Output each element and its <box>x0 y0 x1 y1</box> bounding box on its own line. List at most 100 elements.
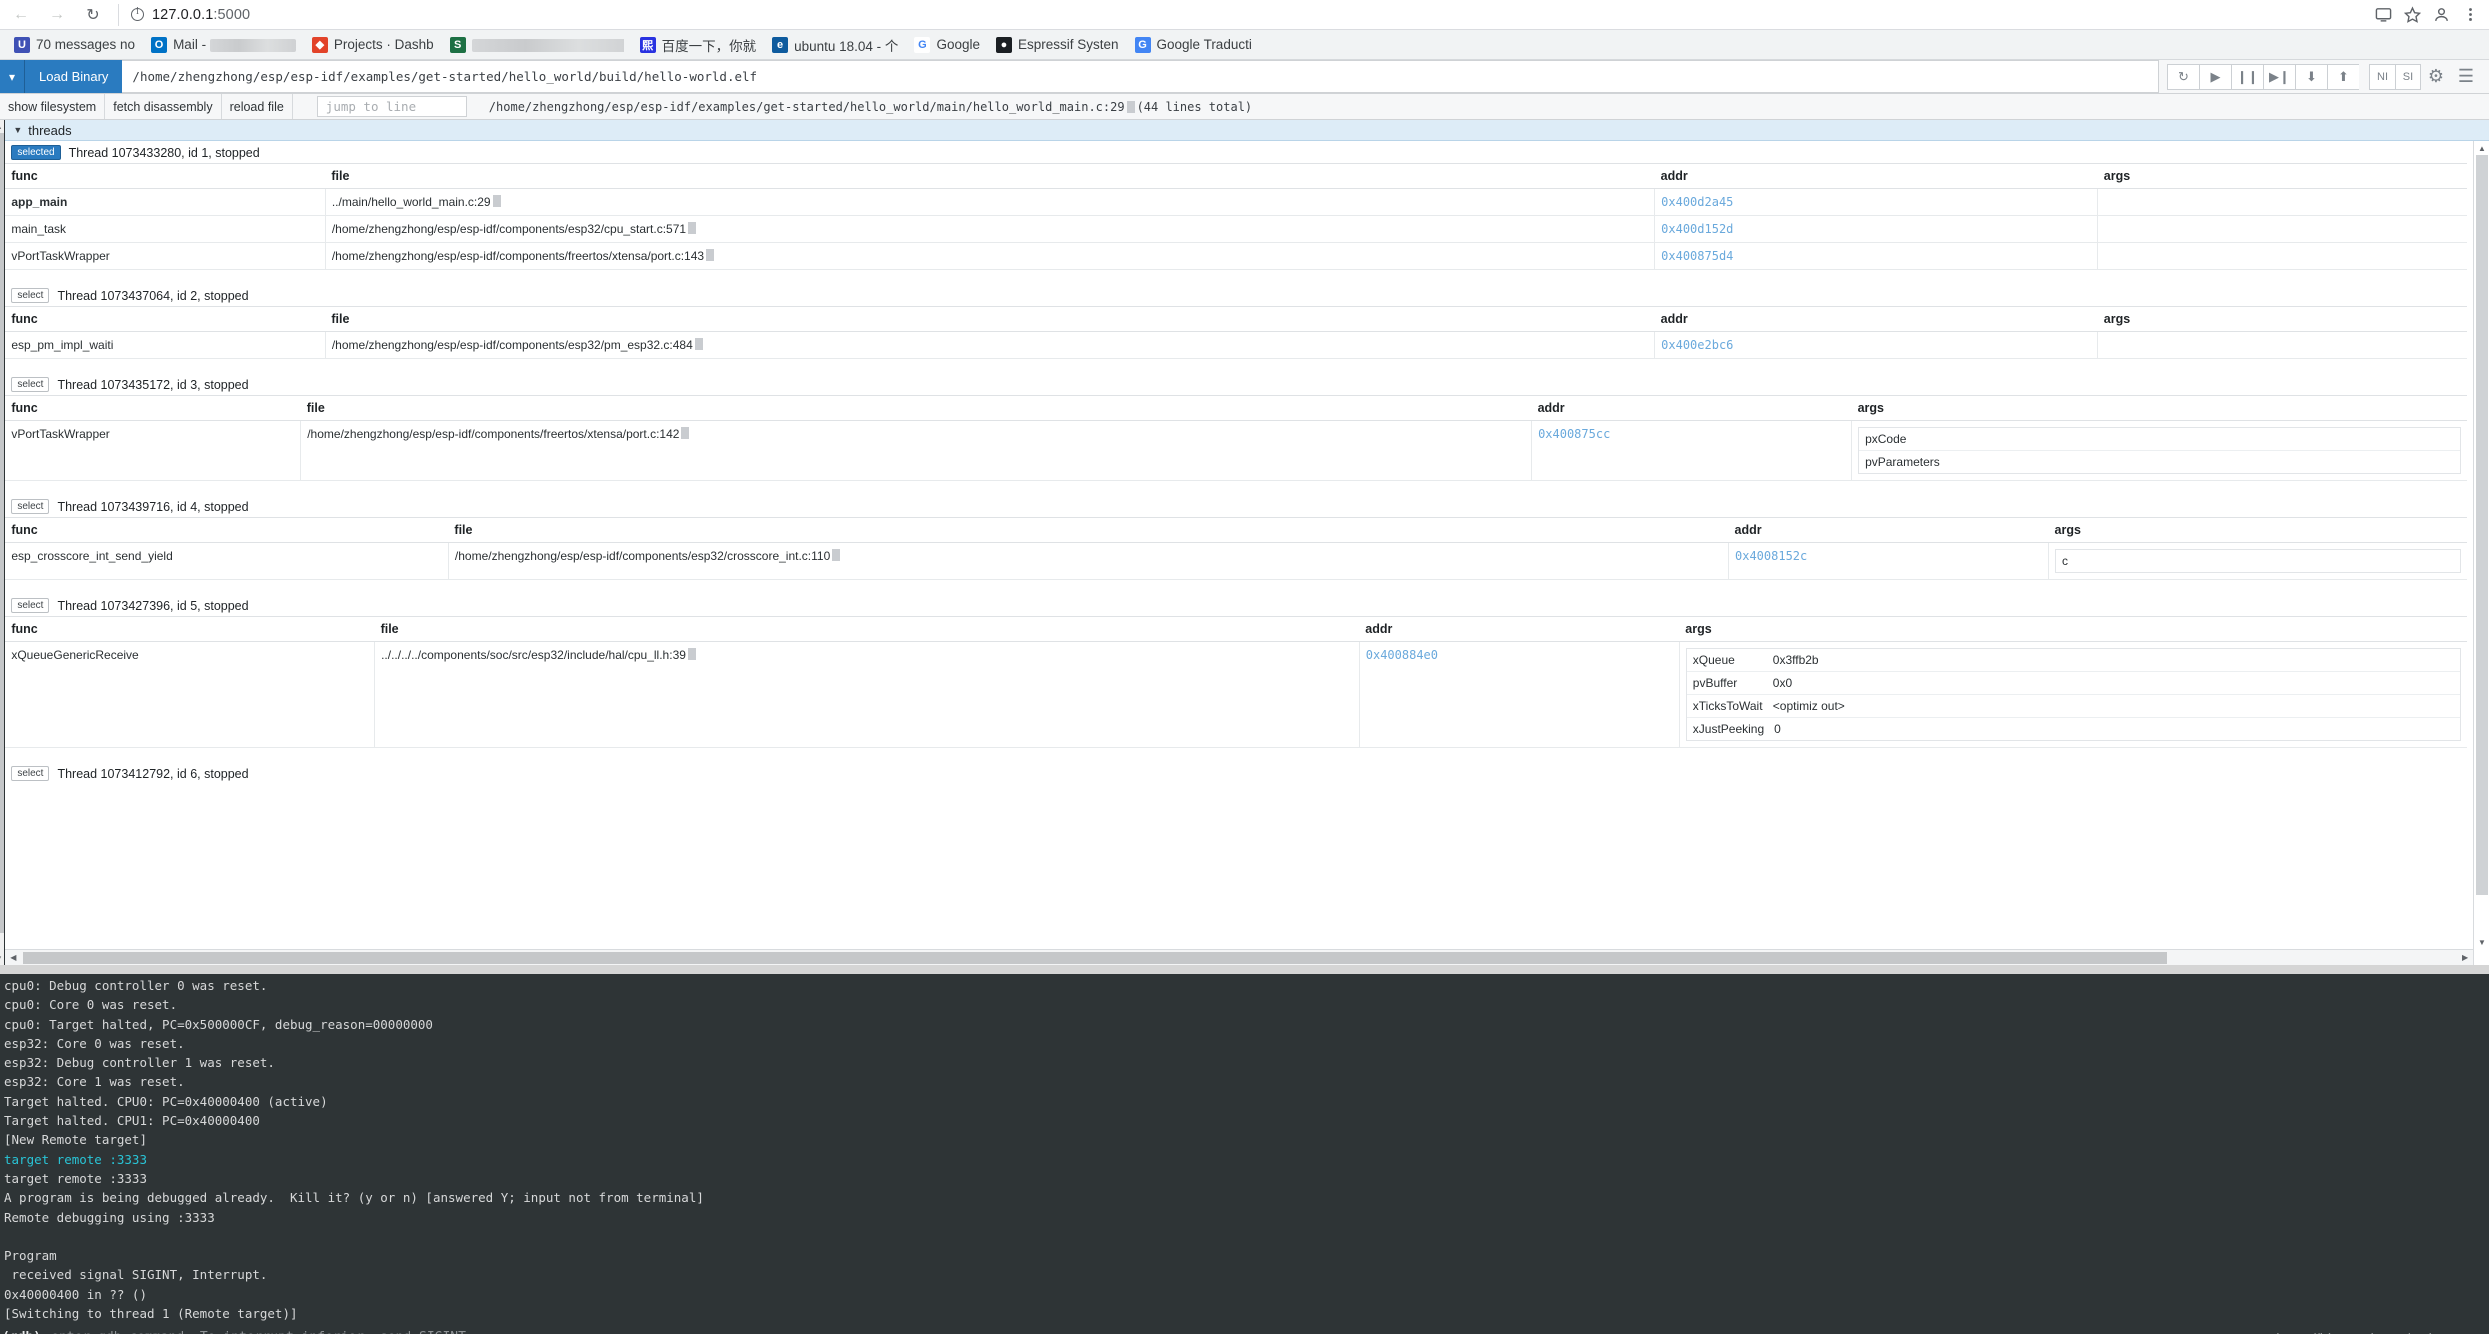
frame-address[interactable]: 0x400875d4 <box>1654 242 2099 270</box>
console-divider[interactable] <box>0 965 2489 974</box>
table-row[interactable]: vPortTaskWrapper/home/zhengzhong/esp/esp… <box>5 420 2468 481</box>
console-line: Target halted. CPU0: PC=0x40000400 (acti… <box>4 1093 328 1109</box>
bookmark-label: Google Traducti <box>1156 37 1252 52</box>
column-header-file: file <box>374 616 1360 642</box>
gdb-command-input[interactable]: enter gdb command. To interrupt inferior… <box>51 1330 474 1334</box>
thread-select-button[interactable]: select <box>11 766 50 781</box>
profile-icon[interactable] <box>2433 6 2450 23</box>
bookmark-item[interactable]: U 70 messages no <box>6 34 143 56</box>
table-row[interactable]: esp_pm_impl_waiti/home/zhengzhong/esp/es… <box>5 331 2468 359</box>
threads-panel-header[interactable]: ▼ threads <box>5 120 2489 141</box>
chevron-down-icon[interactable]: ▼ <box>13 125 22 135</box>
back-arrow-icon[interactable]: ← <box>10 4 32 26</box>
step-instruction-button[interactable]: SI <box>2395 63 2421 90</box>
binary-path-input[interactable]: /home/zhengzhong/esp/esp-idf/examples/ge… <box>122 60 2159 93</box>
frame-func[interactable]: esp_crosscore_int_send_yield <box>5 542 449 580</box>
bookmark-item[interactable]: O Mail - <box>143 34 304 56</box>
threads-scroll-right-arrow[interactable]: ▶ <box>2457 950 2473 966</box>
next-instruction-button[interactable]: NI <box>2369 63 2395 90</box>
bookmark-item[interactable]: e ubuntu 18.04 - 个 <box>764 32 906 58</box>
frame-func[interactable]: app_main <box>5 188 326 216</box>
frame-file[interactable]: /home/zhengzhong/esp/esp-idf/components/… <box>448 542 1730 580</box>
frame-file[interactable]: /home/zhengzhong/esp/esp-idf/components/… <box>300 420 1533 481</box>
star-icon[interactable] <box>2403 6 2422 23</box>
table-header-row: func file addr args <box>5 395 2468 421</box>
reload-file-button[interactable]: reload file <box>221 94 293 119</box>
stack-frames-table: func file addr args esp_crosscore_int_send_y… <box>5 517 2468 580</box>
threads-scroll-left-arrow[interactable]: ◀ <box>5 950 21 966</box>
bookmark-item[interactable]: ● Espressif Systen <box>988 34 1127 56</box>
thread-select-button[interactable]: select <box>11 598 50 613</box>
step-into-button[interactable]: ⬇ <box>2295 63 2327 90</box>
thread-select-button[interactable]: select <box>11 499 50 514</box>
bookmark-item[interactable]: 熙百度一下，你就 <box>632 32 765 58</box>
step-out-button[interactable]: ⬆ <box>2327 63 2359 90</box>
console-line: cpu0: Debug controller 0 was reset. <box>4 978 268 993</box>
threads-hscroll-track[interactable] <box>21 950 2457 965</box>
omnibox[interactable]: 127.0.0.1:5000 <box>118 3 2361 26</box>
threads-vertical-scrollbar[interactable]: ▲ ▼ <box>2473 141 2489 965</box>
bookmark-item[interactable]: ◆ Projects · Dashb <box>304 34 442 56</box>
thread-selected-badge[interactable]: selected <box>11 145 61 160</box>
fetch-disassembly-button[interactable]: fetch disassembly <box>105 94 222 119</box>
threads-list[interactable]: selected Thread 1073433280, id 1, stopped… <box>5 141 2489 965</box>
frame-address[interactable]: 0x400884e0 <box>1359 641 1680 748</box>
restart-button[interactable]: ↻ <box>2167 63 2199 90</box>
frame-file[interactable]: /home/zhengzhong/esp/esp-idf/components/… <box>325 331 1656 359</box>
threads-scroll-up-arrow[interactable]: ▲ <box>2474 141 2489 155</box>
frame-file[interactable]: /home/zhengzhong/esp/esp-idf/components/… <box>325 215 1656 243</box>
thread-block: select Thread 1073439716, id 4, stopped fu… <box>5 495 2468 580</box>
bookmark-item[interactable]: S <box>442 34 632 56</box>
bookmark-item[interactable]: G Google <box>906 34 988 56</box>
bookmark-label: Google <box>936 37 980 52</box>
step-over-button[interactable]: ▶❙ <box>2263 63 2295 90</box>
threads-scroll-thumb[interactable] <box>2476 155 2489 895</box>
frame-func[interactable]: vPortTaskWrapper <box>5 242 326 270</box>
load-binary-dropdown-button[interactable]: ▾ <box>0 60 26 93</box>
threads-scroll-down-arrow[interactable]: ▼ <box>2474 935 2489 949</box>
frame-func[interactable]: main_task <box>5 215 326 243</box>
threads-hscroll-thumb[interactable] <box>23 952 2167 964</box>
thread-select-button[interactable]: select <box>11 377 50 392</box>
jump-to-line-input[interactable]: jump to line <box>316 96 467 117</box>
bookmark-favicon-icon: G <box>1134 36 1151 53</box>
hamburger-menu-icon[interactable]: ☰ <box>2451 64 2481 90</box>
table-row[interactable]: xQueueGenericReceive ../../../../componen… <box>5 641 2468 748</box>
gear-icon[interactable]: ⚙ <box>2421 64 2451 90</box>
frame-address[interactable]: 0x400d2a45 <box>1654 188 2099 216</box>
bookmark-item[interactable]: G Google Traducti <box>1127 34 1260 56</box>
text-cursor <box>681 427 690 439</box>
pause-button[interactable]: ❙❙ <box>2231 63 2263 90</box>
thread-select-button[interactable]: select <box>11 288 50 303</box>
column-header-addr: addr <box>1654 163 2098 189</box>
frame-address[interactable]: 0x400e2bc6 <box>1654 331 2099 359</box>
table-row[interactable]: app_main ../main/hello_world_main.c:29 0x4… <box>5 188 2468 216</box>
table-row[interactable]: vPortTaskWrapper/home/zhengzhong/esp/esp… <box>5 242 2468 270</box>
continue-button[interactable]: ▶ <box>2199 63 2231 90</box>
frame-func[interactable]: esp_pm_impl_waiti <box>5 331 326 359</box>
frame-address[interactable]: 0x4008152c <box>1728 542 2050 580</box>
thread-title-label: Thread 1073412792, id 6, stopped <box>57 766 249 781</box>
table-row[interactable]: main_task/home/zhengzhong/esp/esp-idf/co… <box>5 215 2468 243</box>
screencast-icon[interactable] <box>2375 6 2392 23</box>
table-row[interactable]: esp_crosscore_int_send_yield/home/zhengz… <box>5 542 2468 580</box>
site-info-icon[interactable] <box>131 6 144 21</box>
frame-address[interactable]: 0x400875cc <box>1531 420 1853 481</box>
frame-file[interactable]: ../main/hello_world_main.c:29 <box>325 188 1656 216</box>
frame-address[interactable]: 0x400d152d <box>1654 215 2099 243</box>
bookmark-label: Espressif Systen <box>1017 37 1119 52</box>
threads-horizontal-scrollbar[interactable]: ◀ ▶ <box>5 949 2474 966</box>
frame-func[interactable]: vPortTaskWrapper <box>5 420 302 481</box>
column-header-file: file <box>325 306 1655 332</box>
column-header-addr: addr <box>1531 395 1852 421</box>
frame-file[interactable]: ../../../../components/soc/src/esp32/inc… <box>374 641 1360 748</box>
show-filesystem-button[interactable]: show filesystem <box>0 94 106 119</box>
thread-block: selected Thread 1073433280, id 1, stopped… <box>5 141 2468 270</box>
load-binary-button[interactable]: Load Binary <box>25 60 123 93</box>
forward-arrow-icon[interactable]: → <box>46 4 68 26</box>
frame-file[interactable]: /home/zhengzhong/esp/esp-idf/components/… <box>325 242 1656 270</box>
menu-icon[interactable] <box>2462 6 2479 23</box>
reload-icon[interactable]: ↻ <box>82 4 104 26</box>
frame-func[interactable]: xQueueGenericReceive <box>5 641 376 748</box>
gdb-command-row[interactable]: (gdb) enter gdb command. To interrupt in… <box>0 1326 2489 1334</box>
